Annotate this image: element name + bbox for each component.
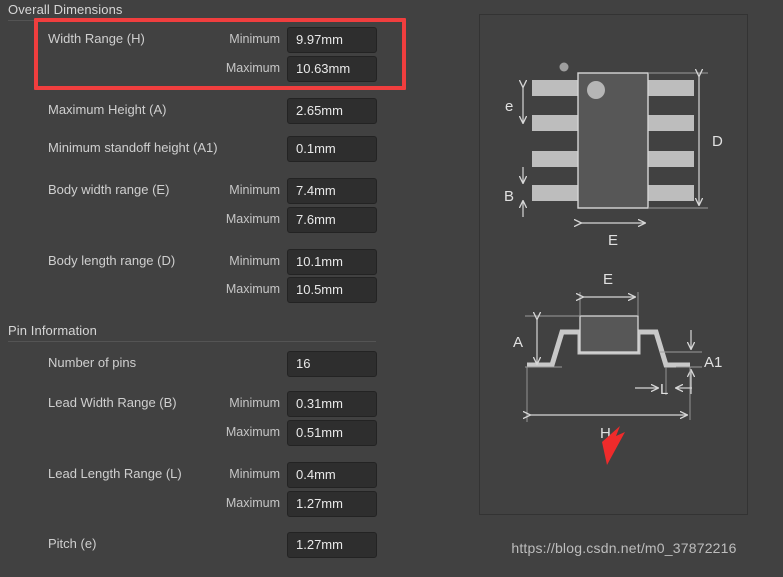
row-label-minimum-standoff-height: Minimum standoff height (A1) — [48, 140, 218, 155]
field-body-width-maximum[interactable]: 7.6mm — [287, 207, 377, 233]
qualifier-body-length-minimum: Minimum — [229, 254, 280, 268]
dimension-label-a1: A1 — [704, 354, 722, 371]
field-lead-width-maximum[interactable]: 0.51mm — [287, 420, 377, 446]
field-lead-length-minimum[interactable]: 0.4mm — [287, 462, 377, 488]
pin1-outside-dot — [559, 62, 569, 72]
field-body-width-minimum[interactable]: 7.4mm — [287, 178, 377, 204]
field-lead-width-minimum[interactable]: 0.31mm — [287, 391, 377, 417]
qualifier-lead-width-minimum: Minimum — [229, 396, 280, 410]
row-body-length-minimum: Body length range (D) Minimum 10.1mm — [0, 249, 470, 275]
package-diagram-panel: e B D E E A A1 L H — [479, 14, 748, 515]
field-maximum-height[interactable]: 2.65mm — [287, 98, 377, 124]
qualifier-lead-length-minimum: Minimum — [229, 467, 280, 481]
pins-left — [532, 80, 579, 201]
field-width-range-maximum[interactable]: 10.63mm — [287, 56, 377, 82]
dimensions-editor-window: Overall Dimensions Width Range (H) Minim… — [0, 0, 783, 577]
row-pitch: Pitch (e) 1.27mm — [0, 532, 470, 558]
row-lead-length-maximum: Maximum 1.27mm — [0, 491, 470, 517]
row-label-maximum-height: Maximum Height (A) — [48, 102, 167, 117]
qualifier-body-length-maximum: Maximum — [225, 282, 280, 296]
field-number-of-pins[interactable]: 16 — [287, 351, 377, 377]
package-side-view-diagram: E A A1 L H — [513, 271, 722, 465]
section-header-overall-dimensions: Overall Dimensions — [8, 2, 376, 21]
watermark-url: https://blog.csdn.net/m0_37872216 — [511, 540, 737, 556]
row-width-range-minimum: Width Range (H) Minimum 9.97mm — [0, 27, 470, 53]
qualifier-body-width-maximum: Maximum — [225, 212, 280, 226]
row-lead-width-minimum: Lead Width Range (B) Minimum 0.31mm — [0, 391, 470, 417]
dimension-label-b: B — [504, 188, 514, 205]
field-body-length-minimum[interactable]: 10.1mm — [287, 249, 377, 275]
row-body-width-minimum: Body width range (E) Minimum 7.4mm — [0, 178, 470, 204]
qualifier-lead-width-maximum: Maximum — [225, 425, 280, 439]
qualifier-body-width-minimum: Minimum — [229, 183, 280, 197]
field-minimum-standoff-height[interactable]: 0.1mm — [287, 136, 377, 162]
field-lead-length-maximum[interactable]: 1.27mm — [287, 491, 377, 517]
qualifier-lead-length-maximum: Maximum — [225, 496, 280, 510]
dimension-label-a: A — [513, 334, 523, 351]
dimension-label-e: e — [505, 98, 513, 115]
field-width-range-minimum[interactable]: 9.97mm — [287, 27, 377, 53]
row-label-number-of-pins: Number of pins — [48, 355, 137, 370]
row-width-range-maximum: Maximum 10.63mm — [0, 56, 470, 82]
dimension-form-panel: Overall Dimensions Width Range (H) Minim… — [0, 0, 470, 577]
row-number-of-pins: Number of pins 16 — [0, 351, 470, 377]
pins-right — [647, 80, 694, 201]
row-body-width-maximum: Maximum 7.6mm — [0, 207, 470, 233]
row-body-length-maximum: Maximum 10.5mm — [0, 277, 470, 303]
row-lead-width-maximum: Maximum 0.51mm — [0, 420, 470, 446]
dimension-label-e-side: E — [603, 271, 613, 288]
package-top-view-diagram: e B D E — [504, 62, 723, 249]
qualifier-maximum: Maximum — [225, 61, 280, 75]
qualifier-minimum: Minimum — [229, 32, 280, 46]
field-body-length-maximum[interactable]: 10.5mm — [287, 277, 377, 303]
row-lead-length-minimum: Lead Length Range (L) Minimum 0.4mm — [0, 462, 470, 488]
section-header-pin-information: Pin Information — [8, 323, 376, 342]
field-pitch[interactable]: 1.27mm — [287, 532, 377, 558]
dimension-body-width-e-side — [579, 292, 639, 316]
dimension-label-e-top: E — [608, 232, 618, 249]
dimension-label-l: L — [660, 381, 668, 398]
dimension-label-d: D — [712, 133, 723, 150]
pin1-marker-dot — [587, 81, 605, 99]
dimension-lead-length-ext — [665, 367, 691, 420]
row-maximum-height: Maximum Height (A) 2.65mm — [0, 98, 470, 124]
row-label-width-range: Width Range (H) — [48, 31, 145, 46]
package-body-side — [579, 315, 639, 353]
row-label-pitch: Pitch (e) — [48, 536, 97, 551]
row-minimum-standoff-height: Minimum standoff height (A1) 0.1mm — [0, 136, 470, 162]
